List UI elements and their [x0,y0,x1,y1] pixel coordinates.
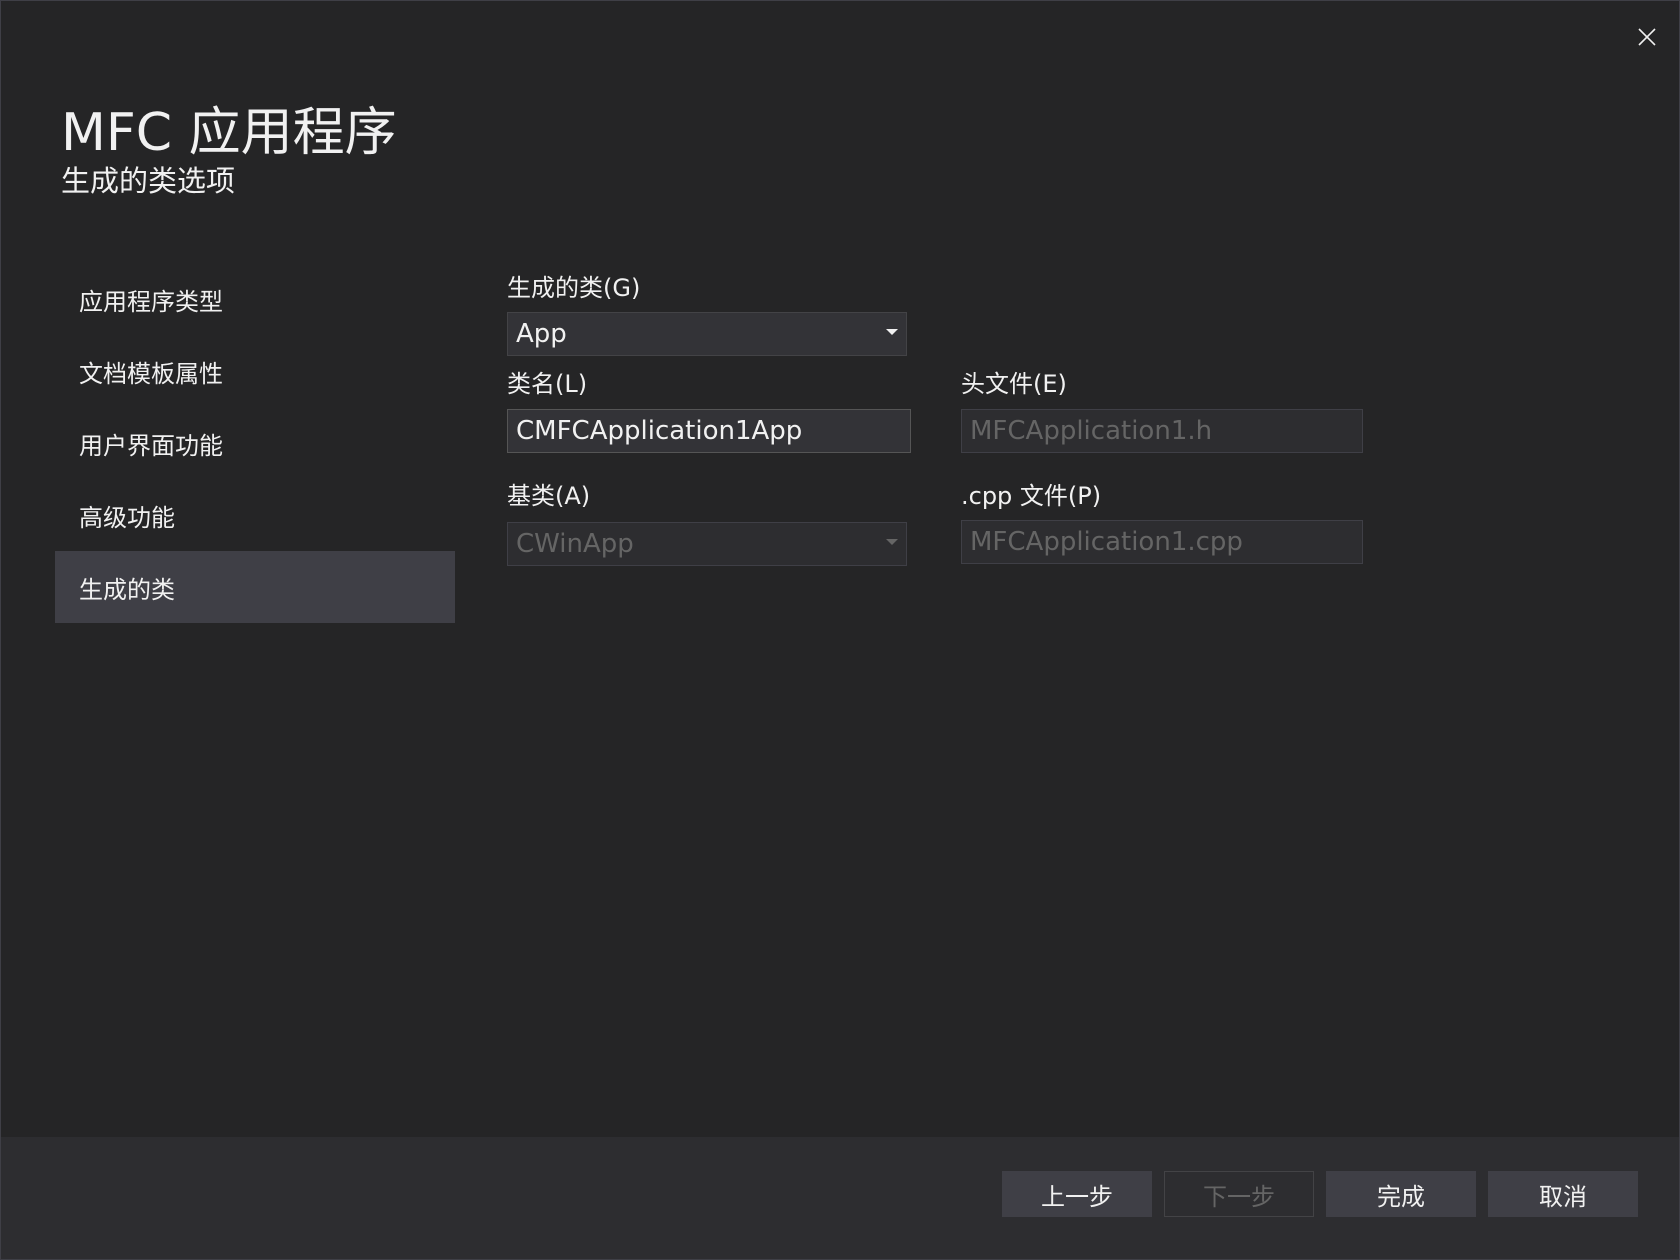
header-file-label: 头文件(E) [961,370,1067,398]
generated-class-label: 生成的类(G) [507,274,641,302]
cpp-file-label: .cpp 文件(P) [961,482,1102,510]
nav-item-ui-features[interactable]: 用户界面功能 [55,407,455,479]
generated-class-value: App [516,319,567,349]
base-class-value: CWinApp [516,529,634,559]
base-class-dropdown[interactable]: CWinApp [507,522,907,566]
nav-item-generated-classes[interactable]: 生成的类 [55,551,455,623]
finish-button[interactable]: 完成 [1326,1171,1476,1217]
cpp-file-input[interactable]: MFCApplication1.cpp [961,520,1363,564]
nav-item-application-type[interactable]: 应用程序类型 [55,263,455,335]
header-file-input[interactable]: MFCApplication1.h [961,409,1363,453]
close-button[interactable] [1625,17,1669,57]
base-class-label: 基类(A) [507,482,591,510]
generated-class-dropdown[interactable]: App [507,312,907,356]
nav-item-document-template[interactable]: 文档模板属性 [55,335,455,407]
back-button[interactable]: 上一步 [1002,1171,1152,1217]
class-name-input[interactable]: CMFCApplication1App [507,409,911,453]
chevron-down-icon [886,329,898,335]
chevron-down-icon [886,539,898,545]
nav-item-advanced-features[interactable]: 高级功能 [55,479,455,551]
next-button[interactable]: 下一步 [1164,1171,1314,1217]
page-title: MFC 应用程序 [61,103,397,163]
cancel-button[interactable]: 取消 [1488,1171,1638,1217]
sidebar-nav: 应用程序类型 文档模板属性 用户界面功能 高级功能 生成的类 [55,263,455,623]
page-subtitle: 生成的类选项 [61,164,236,198]
class-name-label: 类名(L) [507,370,588,398]
close-icon [1638,28,1656,46]
dialog-window: MFC 应用程序 生成的类选项 应用程序类型 文档模板属性 用户界面功能 高级功… [0,0,1680,1260]
